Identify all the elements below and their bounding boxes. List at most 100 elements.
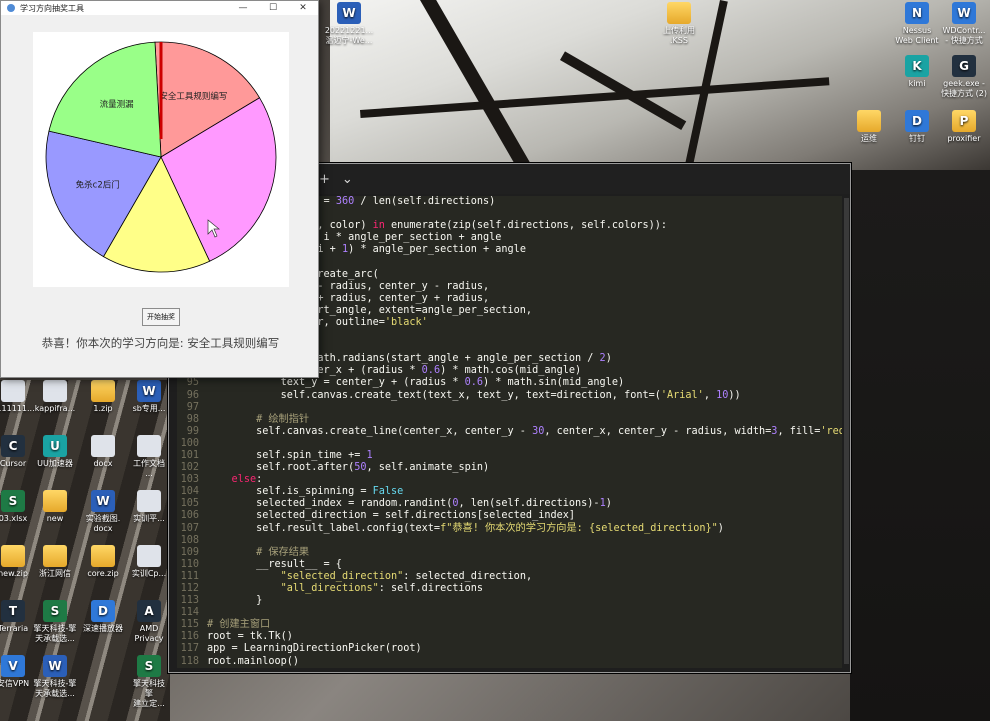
- line-text: # 创建主窗口: [207, 619, 842, 631]
- code-token: :: [256, 474, 263, 486]
- maximize-button[interactable]: ☐: [258, 1, 288, 15]
- code-token: False: [372, 486, 404, 498]
- desk-g-icon: [91, 435, 115, 457]
- code-token: 'Arial': [660, 389, 704, 401]
- line-text: # 保存结果: [207, 547, 842, 559]
- code-token: 30: [532, 425, 545, 437]
- code-token: self.spin_time +=: [207, 449, 367, 461]
- code-token: ): [717, 522, 724, 534]
- code-token: : self.directions: [378, 583, 484, 594]
- proxifier-icon: P: [952, 110, 976, 132]
- wallpaper-dark-region: [850, 170, 990, 721]
- desk-t-icon: A: [137, 600, 161, 622]
- desk-f-icon: U: [43, 435, 67, 457]
- code-line: 112 "all_directions": self.directions: [177, 583, 842, 595]
- desk-v-icon: W: [43, 655, 67, 677]
- code-token: , len(self.directions)-: [458, 498, 600, 510]
- line-text: self.root.after(50, self.animate_spin): [207, 462, 842, 474]
- line-number: 107: [180, 522, 199, 534]
- wdcontrol-icon: W: [952, 2, 976, 24]
- line-number: 105: [180, 498, 199, 510]
- code-token: selected_direction = self.directions[sel…: [207, 510, 576, 522]
- code-line: 100: [177, 438, 842, 450]
- code-token: 0.6: [421, 365, 441, 377]
- desktop-icon-label: 擎天科技 擎 建立定...: [133, 679, 165, 708]
- line-number: 97: [186, 401, 199, 413]
- desktop-icon-folder-upload[interactable]: 上传利用 .KSS: [650, 2, 708, 46]
- tab-dropdown-button[interactable]: ⌄: [342, 172, 353, 187]
- code-token: self.canvas.create_text(text_x, text_y, …: [207, 389, 661, 401]
- desk-u-icon: V: [1, 655, 25, 677]
- desk-b-icon: [43, 380, 67, 402]
- code-line: 107 self.result_label.config(text=f"恭喜! …: [177, 523, 842, 535]
- code-token: # 绘制指针: [256, 413, 310, 425]
- line-number: 104: [180, 486, 199, 498]
- code-line: 102 self.root.after(50, self.animate_spi…: [177, 462, 842, 474]
- line-number: 116: [180, 631, 199, 643]
- desktop-icon-label: geek.exe - 快捷方式 (2): [941, 79, 987, 98]
- code-token: in: [372, 220, 385, 232]
- line-number: 106: [180, 510, 199, 522]
- code-token: # 创建主窗口: [207, 619, 271, 631]
- line-text: self.is_spinning = False: [207, 486, 842, 498]
- kimi-icon: K: [905, 55, 929, 77]
- desktop-icon-label: 擎天科技-擎 天承载选...: [33, 679, 77, 698]
- line-text: }: [207, 595, 842, 607]
- code-token: "all_directions": [280, 583, 379, 594]
- line-text: else:: [207, 474, 842, 486]
- code-line: 99 self.canvas.create_line(center_x, cen…: [177, 426, 842, 438]
- desk-d-icon: W: [137, 380, 161, 402]
- desktop-icon-desk-v[interactable]: W 擎天科技-擎 天承载选...: [26, 655, 84, 699]
- desktop-icon-word-doc-20221221[interactable]: W 20221221... 温迈宁-We...: [320, 2, 378, 46]
- code-token: 50: [354, 462, 367, 474]
- code-line: 111 "selected_direction": selected_direc…: [177, 571, 842, 583]
- code-line: 104 self.is_spinning = False: [177, 486, 842, 498]
- line-number: 114: [180, 607, 199, 619]
- minimize-button[interactable]: —: [228, 1, 258, 15]
- desktop-icon-wdcontrol[interactable]: W WDContr... - 快捷方式: [935, 2, 990, 46]
- code-token: # 保存结果: [256, 546, 310, 558]
- code-line: 109 # 保存结果: [177, 547, 842, 559]
- line-number: 98: [186, 413, 199, 425]
- code-token: 0.6: [464, 377, 484, 389]
- line-number: 95: [186, 377, 199, 389]
- line-text: text_y = center_y + (radius * 0.6) * mat…: [207, 377, 842, 389]
- line-text: [207, 535, 842, 547]
- new-tab-button[interactable]: +: [319, 172, 330, 187]
- start-draw-button[interactable]: 开始抽奖: [142, 308, 180, 326]
- code-token: "selected_direction": [280, 570, 404, 582]
- code-line: 114: [177, 607, 842, 619]
- desk-h-icon: [137, 435, 161, 457]
- desk-p-icon: [137, 545, 161, 567]
- code-line: 103 else:: [177, 474, 842, 486]
- line-text: app = LearningDirectionPicker(root): [207, 643, 842, 655]
- line-number: 96: [186, 389, 199, 401]
- desk-l-icon: [137, 490, 161, 512]
- code-line: 118 root.mainloop(): [177, 656, 842, 668]
- feather-icon: [7, 4, 15, 12]
- code-line: 110 __result__ = {: [177, 559, 842, 571]
- lottery-app-window: 学习方向抽奖工具 — ☐ ✕ 安全工具规则编写 免杀c2后门 流量测漏 开始抽奖 恭…: [0, 0, 319, 378]
- code-token: )): [728, 389, 741, 401]
- desk-n-icon: [43, 545, 67, 567]
- desktop-icon-label: 上传利用 .KSS: [663, 26, 695, 45]
- line-number: 117: [180, 643, 199, 655]
- close-button[interactable]: ✕: [288, 1, 318, 15]
- line-number: 112: [180, 583, 199, 594]
- line-number: 109: [180, 546, 199, 558]
- desktop-icon-geek[interactable]: Ggeek.exe - 快捷方式 (2): [935, 55, 990, 99]
- code-scrollbar[interactable]: [844, 198, 849, 664]
- desk-m-icon: [1, 545, 25, 567]
- line-number: 102: [180, 462, 199, 474]
- line-text: [207, 402, 842, 414]
- code-token: ): [605, 498, 612, 510]
- code-token: else: [231, 474, 257, 486]
- code-token: : selected_direction,: [403, 570, 533, 582]
- geek-icon: G: [952, 55, 976, 77]
- code-token: self.result_label.config(text=: [207, 522, 441, 534]
- desktop-icon-proxifier[interactable]: Pproxifier: [935, 110, 990, 144]
